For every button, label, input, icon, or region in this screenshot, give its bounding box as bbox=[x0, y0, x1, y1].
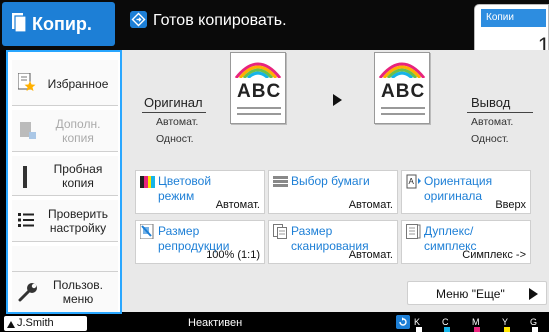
toner-level bbox=[504, 327, 510, 332]
tile-scan-size[interactable]: Размер сканирования Автомат. bbox=[268, 220, 398, 264]
sidebar: Избранное Дополн. копия Пробная копия Пр… bbox=[6, 50, 122, 314]
user-menu-button[interactable]: Пользов. меню bbox=[12, 272, 118, 312]
favorites-button[interactable]: Избранное bbox=[12, 60, 118, 106]
toner-y: Y bbox=[502, 317, 510, 332]
proof-copy-label: Пробная копия bbox=[53, 162, 103, 190]
color-mode-icon bbox=[140, 176, 155, 188]
doc-line bbox=[381, 107, 425, 109]
original-info: Автомат. Одност. bbox=[156, 114, 198, 148]
toner-g: G bbox=[530, 317, 538, 332]
addon-copy-button[interactable]: Дополн. копия bbox=[12, 110, 118, 152]
arrow-right-icon bbox=[529, 288, 538, 300]
output-divider bbox=[467, 112, 533, 113]
rainbow-graphic-icon bbox=[234, 62, 282, 78]
rainbow-graphic-icon bbox=[378, 62, 426, 78]
check-settings-label: Проверить настройку bbox=[47, 207, 108, 235]
tile-value: 100% (1:1) bbox=[206, 249, 260, 261]
tile-value: Симплекс -> bbox=[462, 249, 526, 261]
more-menu-button[interactable]: Меню "Еще" bbox=[407, 281, 547, 305]
toner-label: C bbox=[442, 317, 449, 327]
reproduction-size-icon bbox=[140, 224, 154, 239]
header-bar: Копир. Готов копировать. Копии 1 bbox=[0, 0, 549, 62]
orientation-icon: A bbox=[406, 174, 421, 189]
favorites-label: Избранное bbox=[47, 77, 109, 91]
original-label: Оригинал bbox=[144, 95, 203, 110]
copies-label: Копии bbox=[481, 9, 546, 27]
toner-label: M bbox=[472, 317, 480, 327]
toner-label: K bbox=[414, 317, 421, 327]
list-icon bbox=[18, 213, 34, 227]
direction-arrow-icon bbox=[333, 94, 342, 106]
output-sides: Одност. bbox=[471, 133, 509, 145]
output-doc-text: ABC bbox=[381, 81, 426, 102]
output-info: Автомат. Одност. bbox=[471, 114, 513, 148]
user-icon bbox=[7, 321, 15, 328]
copy-settings-panel: Оригинал Автомат. Одност. ABC ABC Вывод … bbox=[122, 50, 549, 312]
empty-slot bbox=[12, 246, 118, 272]
original-divider bbox=[142, 112, 206, 113]
output-preview: ABC bbox=[374, 52, 430, 124]
proof-copy-button[interactable]: Пробная копия bbox=[12, 156, 118, 196]
addon-copy-label: Дополн. копия bbox=[55, 117, 101, 145]
toner-label: G bbox=[530, 317, 538, 327]
status-diamond-icon bbox=[130, 11, 147, 28]
app-title: Копир. bbox=[32, 14, 92, 34]
paper-tray-icon bbox=[273, 176, 288, 187]
toner-level bbox=[532, 327, 538, 332]
check-settings-button[interactable]: Проверить настройку bbox=[12, 200, 118, 242]
tile-title: Выбор бумаги bbox=[291, 174, 370, 188]
toner-c: C bbox=[442, 317, 450, 332]
duplex-icon bbox=[406, 224, 421, 239]
wrench-icon bbox=[18, 283, 37, 302]
scan-size-icon bbox=[273, 224, 287, 239]
favorites-star-icon bbox=[18, 73, 36, 91]
doc-line bbox=[237, 107, 281, 109]
status-bar: J.Smith Неактивен K C M Y G bbox=[0, 314, 549, 332]
toner-level bbox=[416, 327, 422, 332]
toner-level bbox=[474, 327, 480, 332]
user-menu-label: Пользов. меню bbox=[52, 278, 104, 306]
more-menu-label: Меню "Еще" bbox=[436, 287, 505, 301]
original-doc-text: ABC bbox=[237, 81, 282, 102]
user-name: J.Smith bbox=[17, 317, 54, 329]
copier-icon bbox=[12, 13, 26, 33]
toner-label: Y bbox=[502, 317, 509, 327]
original-preview: ABC bbox=[230, 52, 286, 124]
toner-k: K bbox=[414, 317, 422, 332]
svg-text:A: A bbox=[409, 177, 415, 186]
machine-status: Неактивен bbox=[188, 317, 243, 329]
tile-original-orientation[interactable]: A Ориентация оригинала Вверх bbox=[401, 170, 531, 214]
tile-value: Вверх bbox=[495, 199, 526, 211]
app-mode-tab[interactable]: Копир. bbox=[2, 2, 115, 46]
tile-color-mode[interactable]: Цветовой режим Автомат. bbox=[135, 170, 265, 214]
addon-copy-icon bbox=[20, 122, 36, 139]
original-size: Автомат. bbox=[156, 116, 199, 128]
tile-duplex[interactable]: Дуплекс/ симплекс Симплекс -> bbox=[401, 220, 531, 264]
tile-paper-select[interactable]: Выбор бумаги Автомат. bbox=[268, 170, 398, 214]
toner-m: M bbox=[472, 317, 480, 332]
status-message: Готов копировать. bbox=[153, 12, 287, 29]
original-sides: Одност. bbox=[156, 133, 194, 145]
tile-value: Автомат. bbox=[348, 249, 393, 261]
output-label: Вывод bbox=[471, 95, 511, 110]
proof-copy-icon bbox=[23, 166, 27, 188]
tile-value: Автомат. bbox=[348, 199, 393, 211]
user-login-button[interactable]: J.Smith bbox=[4, 316, 87, 331]
output-size: Автомат. bbox=[471, 116, 514, 128]
tile-reproduction-size[interactable]: Размер репродукции 100% (1:1) bbox=[135, 220, 265, 264]
refresh-icon bbox=[396, 315, 410, 329]
toner-level bbox=[444, 327, 450, 332]
tile-value: Автомат. bbox=[215, 199, 260, 211]
doc-line bbox=[381, 113, 425, 115]
doc-line bbox=[237, 113, 281, 115]
